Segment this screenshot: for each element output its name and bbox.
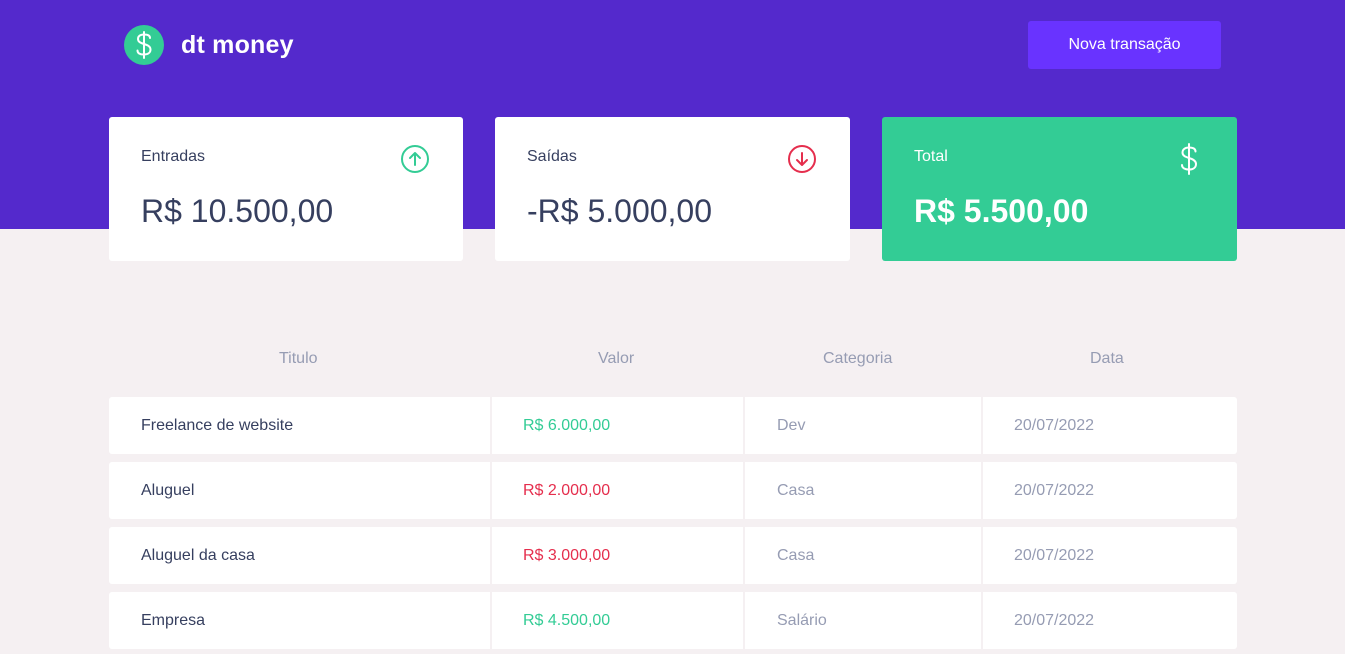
row-title: Freelance de website (109, 397, 490, 454)
outcome-value: -R$ 5.000,00 (527, 193, 713, 229)
row-date: 20/07/2022 (983, 397, 1237, 454)
new-transaction-button[interactable]: Nova transação (1028, 21, 1221, 69)
row-category: Dev (745, 397, 981, 454)
table-row[interactable]: Aluguel da casa R$ 3.000,00 Casa 20/07/2… (109, 527, 1237, 584)
table-row[interactable]: Aluguel R$ 2.000,00 Casa 20/07/2022 (109, 462, 1237, 519)
row-category: Casa (745, 462, 981, 519)
income-value: R$ 10.500,00 (141, 193, 334, 229)
column-header-title: Titulo (279, 350, 318, 367)
dollar-icon (1181, 143, 1197, 175)
column-header-value: Valor (598, 350, 635, 367)
logo-text: dt money (181, 30, 294, 59)
row-value: R$ 3.000,00 (492, 527, 743, 584)
row-category: Salário (745, 592, 981, 649)
total-value: R$ 5.500,00 (914, 193, 1089, 229)
table-header: Titulo Valor Categoria Data (109, 350, 1237, 372)
arrow-up-circle-icon (401, 145, 429, 173)
row-category: Casa (745, 527, 981, 584)
outcome-card: Saídas -R$ 5.000,00 (495, 117, 850, 261)
row-value: R$ 2.000,00 (492, 462, 743, 519)
income-label: Entradas (141, 148, 206, 165)
row-value: R$ 6.000,00 (492, 397, 743, 454)
row-date: 20/07/2022 (983, 527, 1237, 584)
logo: dt money (124, 25, 294, 65)
total-card: Total R$ 5.500,00 (882, 117, 1237, 261)
row-date: 20/07/2022 (983, 462, 1237, 519)
table-row[interactable]: Freelance de website R$ 6.000,00 Dev 20/… (109, 397, 1237, 454)
arrow-down-circle-icon (788, 145, 816, 173)
column-header-date: Data (1090, 350, 1124, 367)
total-label: Total (914, 148, 948, 165)
dollar-logo-icon (124, 25, 164, 65)
row-title: Aluguel da casa (109, 527, 490, 584)
row-title: Aluguel (109, 462, 490, 519)
row-value: R$ 4.500,00 (492, 592, 743, 649)
outcome-label: Saídas (527, 148, 577, 165)
row-title: Empresa (109, 592, 490, 649)
column-header-category: Categoria (823, 350, 893, 367)
income-card: Entradas R$ 10.500,00 (109, 117, 463, 261)
row-date: 20/07/2022 (983, 592, 1237, 649)
table-row[interactable]: Empresa R$ 4.500,00 Salário 20/07/2022 (109, 592, 1237, 649)
